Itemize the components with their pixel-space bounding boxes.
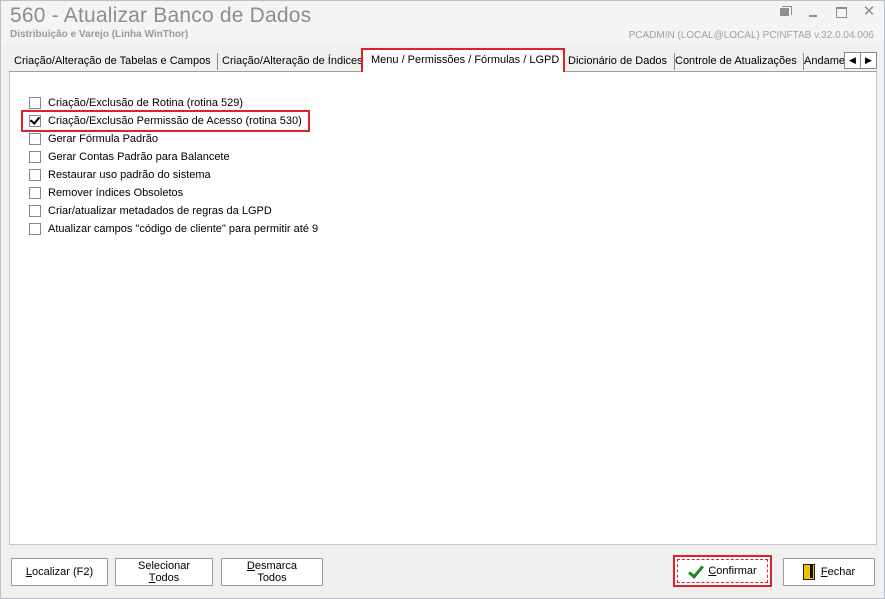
desmarca-todos-button[interactable]: Desmarca Todos [221,558,323,586]
tab-scroll-left-icon[interactable]: ◀ [844,52,861,69]
tab-strip: Criação/Alteração de Tabelas e Campos Cr… [9,48,877,74]
close-icon[interactable]: ✕ [862,4,876,19]
option-rotina-529[interactable]: Criação/Exclusão de Rotina (rotina 529) [29,94,318,112]
restore-icon[interactable] [778,5,792,19]
session-info: PCADMIN (LOCAL@LOCAL) PCINFTAB v.32.0.04… [628,30,874,41]
btn-text: Selecionar [138,560,190,572]
tab-dicionario[interactable]: Dicionário de Dados [563,53,675,70]
tab-menu-permissoes[interactable]: Menu / Permissões / Fórmulas / LGPD [361,48,565,74]
tab-tabelas-campos[interactable]: Criação/Alteração de Tabelas e Campos [9,53,218,70]
option-rotina-530[interactable]: Criação/Exclusão Permissão de Acesso (ro… [21,110,310,132]
minimize-icon[interactable] [806,5,820,19]
fechar-button[interactable]: Fechar [783,558,875,586]
option-label: Gerar Contas Padrão para Balancete [48,151,230,163]
checkbox[interactable] [29,169,41,181]
btn-text: onfirmar [716,565,757,577]
check-icon [688,566,702,576]
title-bar: 560 - Atualizar Banco de Dados Distribui… [1,1,884,45]
option-formula-padrao[interactable]: Gerar Fórmula Padrão [29,130,318,148]
checkbox-checked[interactable] [29,115,41,127]
button-bar: Localizar (F2) Selecionar Todos Desmarca… [9,549,877,593]
selecionar-todos-button[interactable]: Selecionar Todos [115,558,213,586]
option-contas-balancete[interactable]: Gerar Contas Padrão para Balancete [29,148,318,166]
btn-accel: F [820,566,828,578]
option-label: Gerar Fórmula Padrão [48,133,159,145]
option-label: Criação/Exclusão de Rotina (rotina 529) [48,97,244,109]
option-label: Remover índices Obsoletos [48,187,184,199]
option-label: Criação/Exclusão Permissão de Acesso (ro… [48,115,302,127]
tab-controle-atualizacoes[interactable]: Controle de Atualizações [670,53,804,70]
options-panel: Criação/Exclusão de Rotina (rotina 529) … [9,72,877,545]
checkbox[interactable] [29,133,41,145]
door-exit-icon [802,564,815,580]
tab-scroll-right-icon[interactable]: ▶ [860,52,877,69]
option-label: Restaurar uso padrão do sistema [48,169,211,181]
options-list: Criação/Exclusão de Rotina (rotina 529) … [21,94,318,238]
tab-andamento[interactable]: Andamento [799,53,849,70]
checkbox[interactable] [29,187,41,199]
checkbox[interactable] [29,205,41,217]
checkbox[interactable] [29,223,41,235]
btn-text: ocalizar (F2) [32,566,94,578]
tab-scroll: ◀ ▶ [844,52,877,69]
option-lgpd-metadados[interactable]: Criar/atualizar metadados de regras da L… [29,202,318,220]
btn-text: esmarca Todos [254,560,298,584]
option-codigo-cliente[interactable]: Atualizar campos "código de cliente" par… [29,220,318,238]
option-remover-indices[interactable]: Remover índices Obsoletos [29,184,318,202]
option-label: Criar/atualizar metadados de regras da L… [48,205,272,217]
app-window: 560 - Atualizar Banco de Dados Distribui… [0,0,885,599]
btn-text: odos [155,572,180,584]
checkbox[interactable] [29,97,41,109]
tab-indices[interactable]: Criação/Alteração de Índices [217,53,370,70]
localizar-button[interactable]: Localizar (F2) [11,558,108,586]
option-restaurar-uso[interactable]: Restaurar uso padrão do sistema [29,166,318,184]
btn-text: echar [827,566,856,578]
window-subtitle: Distribuição e Varejo (Linha WinThor) [10,29,189,40]
btn-accel: D [246,560,255,572]
confirmar-button[interactable]: Confirmar [673,555,772,587]
maximize-icon[interactable] [834,5,848,19]
window-controls: ✕ [778,4,876,21]
checkbox[interactable] [29,151,41,163]
option-label: Atualizar campos "código de cliente" par… [48,223,319,235]
window-title: 560 - Atualizar Banco de Dados [10,4,312,27]
